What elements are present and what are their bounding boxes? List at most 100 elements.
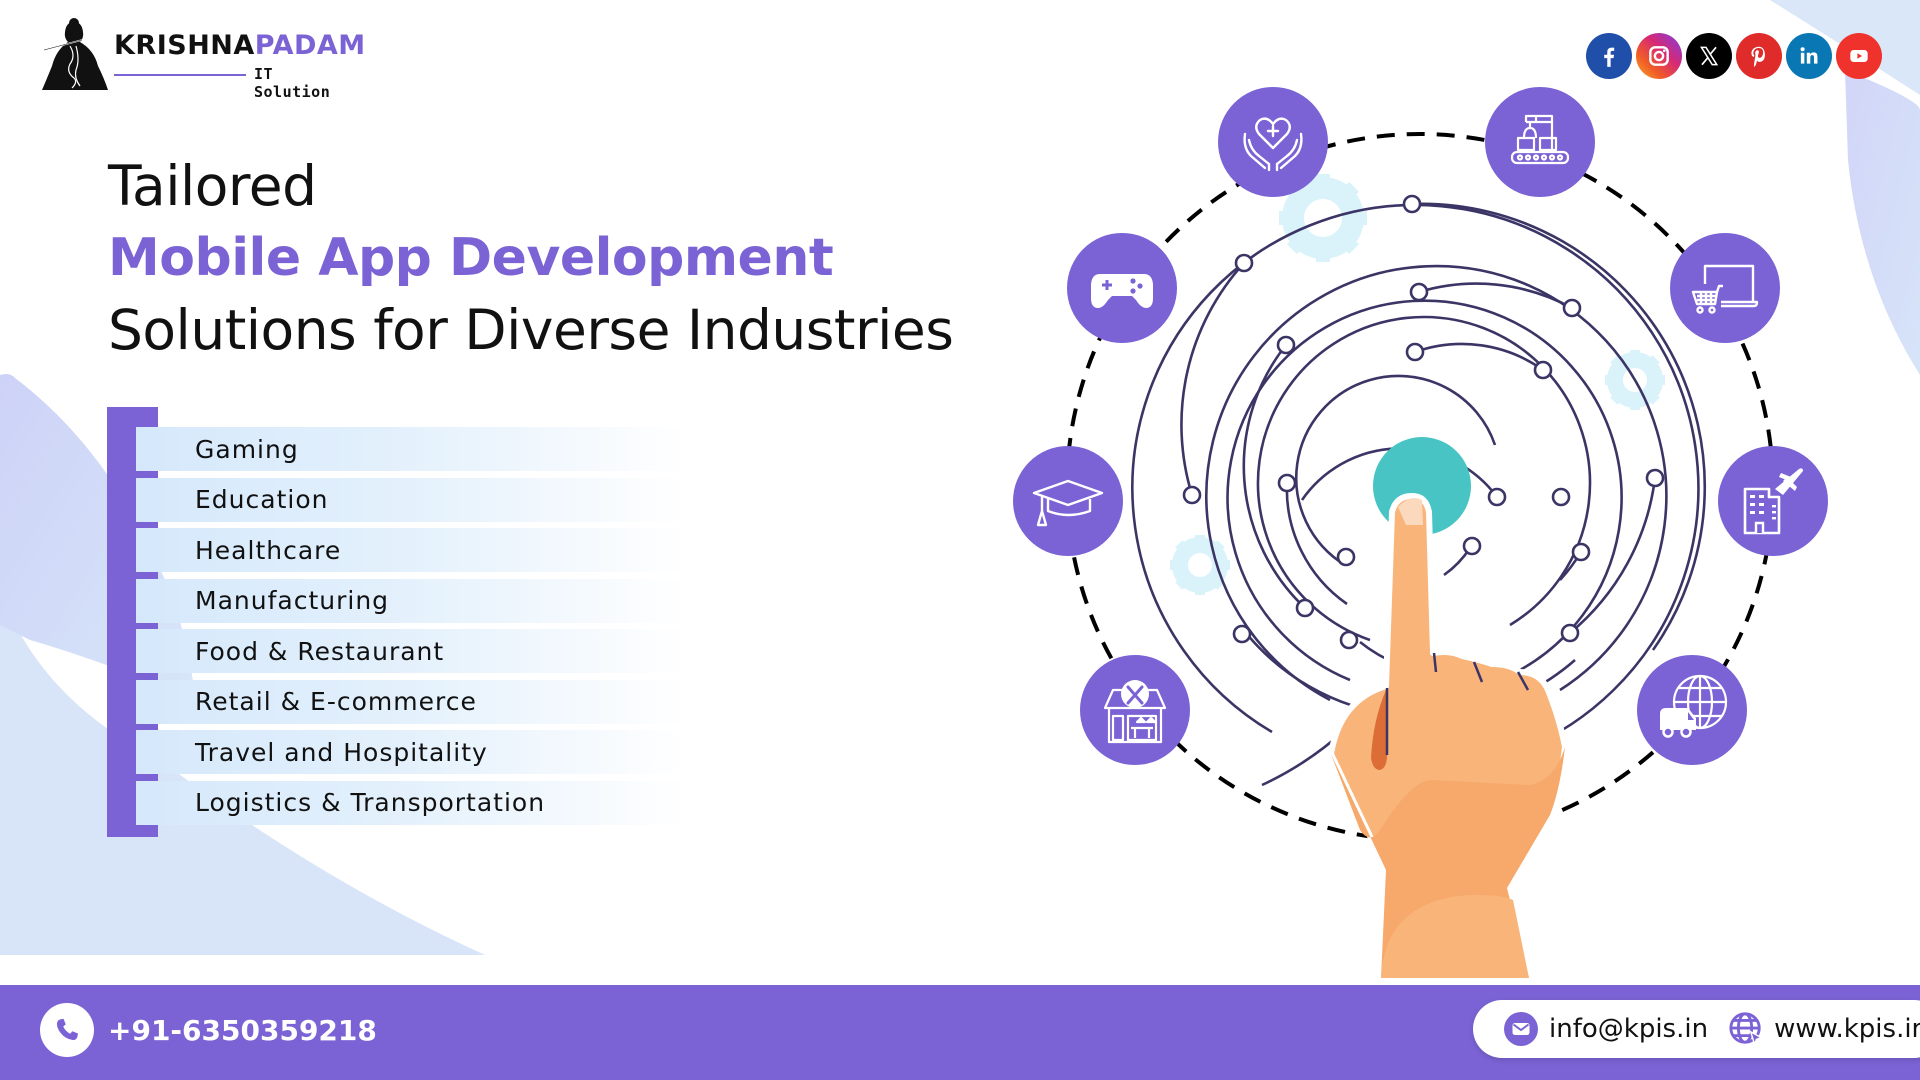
- circuit-node: [1560, 623, 1580, 643]
- list-item-label: Travel and Hospitality: [195, 737, 488, 767]
- globe-icon: [1728, 1011, 1764, 1047]
- industry-node-education[interactable]: [1013, 446, 1123, 556]
- circuit-arc: [1300, 447, 1499, 501]
- linkedin-link[interactable]: [1786, 33, 1832, 79]
- circuit-rings: [1131, 202, 1707, 787]
- circuit-node: [1234, 253, 1254, 273]
- industry-node-logistics[interactable]: [1637, 655, 1747, 765]
- pointing-hand-illustration: [1328, 493, 1568, 981]
- list-item-education[interactable]: Education: [136, 477, 686, 522]
- phone-icon: [40, 1003, 94, 1057]
- brand-wordmark: KRISHNAPADAM IT Solution: [114, 24, 365, 101]
- headline-line-2: Mobile App Development: [108, 228, 834, 288]
- industry-node-manufacturing[interactable]: [1485, 87, 1595, 197]
- circuit-node: [1276, 335, 1296, 355]
- circuit-node: [1339, 630, 1359, 650]
- gear-icon: [1605, 350, 1665, 410]
- circuit-node: [1562, 298, 1582, 318]
- footer-bar: +91-6350359218 info@kpis.in www.kpis.in: [0, 985, 1920, 1080]
- circuit-node: [1405, 342, 1425, 362]
- list-item-label: Education: [195, 485, 329, 514]
- list-item-logistics-transportation[interactable]: Logistics & Transportation: [136, 780, 686, 825]
- facebook-link[interactable]: [1586, 33, 1632, 79]
- circuit-node: [1645, 468, 1665, 488]
- list-item-manufacturing[interactable]: Manufacturing: [136, 578, 686, 623]
- circuit-node: [1409, 282, 1429, 302]
- industry-node-food[interactable]: [1080, 655, 1190, 765]
- phone-contact[interactable]: +91-6350359218: [40, 1003, 377, 1057]
- circuit-arc: [1240, 627, 1576, 719]
- circuit-ring: [1205, 264, 1668, 702]
- instagram-icon: [1649, 46, 1669, 66]
- x-icon: [1700, 46, 1719, 66]
- instagram-link[interactable]: [1636, 33, 1682, 79]
- circuit-node: [1571, 542, 1591, 562]
- brand-name-accent: PADAM: [254, 30, 366, 61]
- list-item-travel-hospitality[interactable]: Travel and Hospitality: [136, 730, 686, 774]
- industry-node-healthcare[interactable]: [1218, 87, 1328, 197]
- circuit-arc: [1180, 262, 1245, 496]
- circuit-node: [1487, 487, 1507, 507]
- list-item-label: Food & Restaurant: [195, 636, 445, 666]
- circuit-node: [1533, 360, 1553, 380]
- circuit-arc: [1418, 282, 1573, 310]
- email-address: info@kpis.in: [1549, 1014, 1709, 1044]
- website-url: www.kpis.in: [1774, 1014, 1920, 1044]
- email-link[interactable]: info@kpis.in: [1503, 1011, 1708, 1047]
- contact-pill: info@kpis.in www.kpis.in: [1473, 1000, 1920, 1058]
- social-links: [1586, 33, 1882, 79]
- website-link[interactable]: www.kpis.in: [1728, 1011, 1920, 1047]
- circuit-arc: [1285, 482, 1348, 606]
- list-item-label: Manufacturing: [195, 586, 390, 615]
- circuit-node: [1402, 194, 1422, 214]
- list-item-healthcare[interactable]: Healthcare: [136, 528, 686, 572]
- brand-name: KRISHNAPADAM: [114, 30, 366, 61]
- list-item-retail-ecommerce[interactable]: Retail & E-commerce: [136, 679, 686, 724]
- pinterest-link[interactable]: [1736, 33, 1782, 79]
- circuit-arc: [1261, 729, 1346, 787]
- bg-blob-right: [1845, 70, 1920, 375]
- list-item-label: Logistics & Transportation: [195, 788, 546, 817]
- brand-underline: [114, 74, 246, 76]
- circuit-node: [1462, 536, 1482, 556]
- industry-list: Gaming Education Healthcare Manufacturin…: [136, 427, 686, 831]
- youtube-icon: [1850, 50, 1868, 62]
- industry-node-gaming[interactable]: [1067, 233, 1177, 343]
- brand-logo[interactable]: KRISHNAPADAM IT Solution: [38, 14, 365, 101]
- linkedin-icon: [1800, 47, 1818, 64]
- center-touch-button: [1373, 437, 1471, 535]
- krishna-flute-logo-icon: [42, 18, 108, 90]
- circuit-arc: [1294, 374, 1497, 567]
- circuit-node: [1182, 485, 1202, 505]
- list-item-label: Retail & E-commerce: [195, 687, 477, 716]
- pinterest-icon: [1751, 46, 1765, 67]
- list-item-food-restaurant[interactable]: Food & Restaurant: [136, 629, 686, 673]
- industry-node-retail[interactable]: [1670, 233, 1780, 343]
- brand-tagline: IT Solution: [254, 65, 331, 101]
- email-icon: [1503, 1011, 1539, 1047]
- headline-line-3: Solutions for Diverse Industries: [108, 298, 954, 362]
- circuit-node: [1232, 624, 1252, 644]
- circuit-arc: [1242, 344, 1306, 609]
- circuit-ring: [1131, 203, 1700, 756]
- circuit-node: [1295, 598, 1315, 618]
- circuit-node: [1336, 547, 1356, 567]
- circuit-arc: [1569, 477, 1657, 635]
- list-item-label: Healthcare: [195, 535, 342, 565]
- circuit-arc: [1559, 551, 1583, 581]
- circuit-ring: [1226, 299, 1623, 682]
- list-item-gaming[interactable]: Gaming: [136, 427, 686, 471]
- circuit-arc: [1359, 640, 1401, 667]
- facebook-icon: [1604, 47, 1615, 67]
- brand-name-primary: KRISHNA: [114, 30, 255, 61]
- circuit-arc: [1411, 202, 1707, 651]
- headline-line-1: Tailored: [108, 154, 317, 218]
- headline: Tailored Mobile App Development Solution…: [108, 150, 954, 366]
- industry-node-travel[interactable]: [1718, 446, 1828, 556]
- x-link[interactable]: [1686, 33, 1732, 79]
- circuit-arc: [1443, 547, 1472, 577]
- gear-icon: [1170, 535, 1230, 595]
- youtube-link[interactable]: [1836, 33, 1882, 79]
- circuit-arc: [1414, 342, 1544, 372]
- phone-number: +91-6350359218: [108, 1013, 377, 1047]
